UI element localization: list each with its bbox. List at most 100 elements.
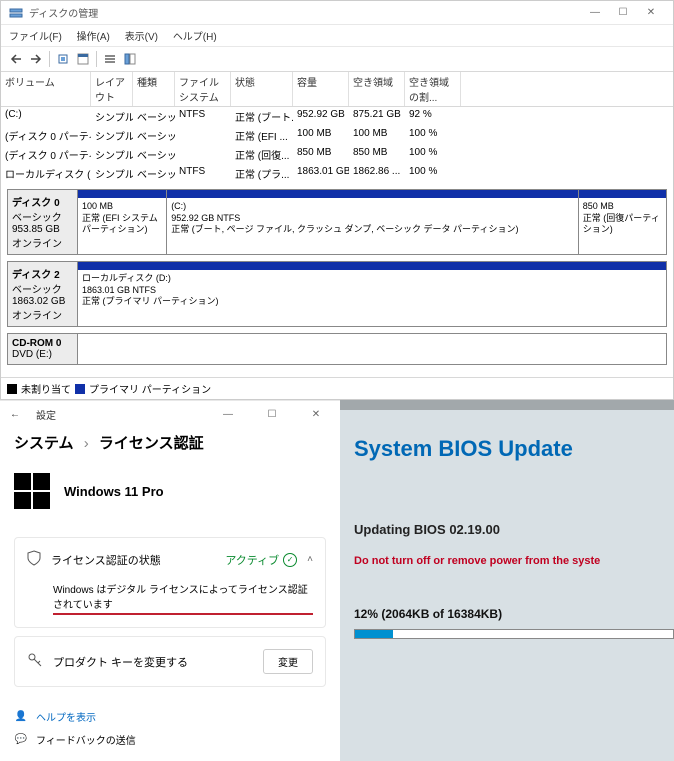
- cell-st: 正常 (EFI ...: [231, 127, 293, 144]
- hdr-free[interactable]: 空き領域: [349, 72, 405, 106]
- volume-row[interactable]: (C:)シンプルベーシックNTFS正常 (ブート...952.92 GB875.…: [1, 107, 673, 126]
- bc-system[interactable]: システム: [14, 435, 74, 452]
- cell-cap: 1863.01 GB: [293, 165, 349, 182]
- cell-lay: シンプル: [91, 108, 133, 125]
- hdr-volume[interactable]: ボリューム: [1, 72, 91, 106]
- partition[interactable]: 850 MB正常 (回復パーティション): [578, 190, 666, 254]
- cell-st: 正常 (ブート...: [231, 108, 293, 125]
- cdrom-label[interactable]: CD-ROM 0DVD (E:): [8, 334, 78, 364]
- bios-progress-bar: [354, 629, 674, 639]
- bios-title: System BIOS Update: [354, 436, 674, 462]
- cell-type: ベーシック: [133, 108, 175, 125]
- cell-lay: シンプル: [91, 165, 133, 182]
- cell-lay: シンプル: [91, 146, 133, 163]
- disk-label[interactable]: ディスク 2ベーシック1863.02 GBオンライン: [8, 262, 78, 326]
- toolbar: [1, 47, 673, 72]
- help-link[interactable]: 👤 ヘルプを表示: [14, 705, 326, 728]
- hdr-layout[interactable]: レイアウト: [91, 72, 133, 106]
- minimize-button[interactable]: —: [581, 5, 609, 20]
- refresh-icon[interactable]: [54, 50, 72, 68]
- cell-free: 1862.86 ...: [349, 165, 405, 182]
- properties-icon[interactable]: [74, 50, 92, 68]
- close-button[interactable]: ✕: [637, 5, 665, 20]
- back-icon[interactable]: [7, 50, 25, 68]
- menu-action[interactable]: 操作(A): [77, 32, 110, 43]
- title-text: ディスクの管理: [29, 5, 581, 20]
- partition[interactable]: ローカルディスク (D:)1863.01 GB NTFS正常 (プライマリ パー…: [78, 262, 666, 326]
- feedback-link[interactable]: 💬 フィードバックの送信: [14, 728, 326, 751]
- hdr-capacity[interactable]: 容量: [293, 72, 349, 106]
- cell-st: 正常 (プラ...: [231, 165, 293, 182]
- cell-vol: (ディスク 0 パーティシ...: [1, 146, 91, 163]
- disk-parts: ローカルディスク (D:)1863.01 GB NTFS正常 (プライマリ パー…: [78, 262, 666, 326]
- list-view-icon[interactable]: [101, 50, 119, 68]
- disk-label[interactable]: ディスク 0ベーシック953.85 GBオンライン: [8, 190, 78, 254]
- partition[interactable]: 100 MB正常 (EFI システム パーティション): [78, 190, 166, 254]
- volume-row[interactable]: (ディスク 0 パーティシ...シンプルベーシック正常 (EFI ...100 …: [1, 126, 673, 145]
- cell-fs: NTFS: [175, 165, 231, 182]
- change-button[interactable]: 変更: [263, 649, 313, 674]
- forward-icon[interactable]: [27, 50, 45, 68]
- windows-logo-icon: [14, 473, 50, 509]
- partition-body: 100 MB正常 (EFI システム パーティション): [78, 198, 166, 239]
- legend-primary: プライマリ パーティション: [89, 381, 211, 396]
- cell-pct: 92 %: [405, 108, 461, 125]
- volume-list: (C:)シンプルベーシックNTFS正常 (ブート...952.92 GB875.…: [1, 107, 673, 183]
- cell-fs: NTFS: [175, 108, 231, 125]
- hdr-type[interactable]: 種類: [133, 72, 175, 106]
- cell-free: 875.21 GB: [349, 108, 405, 125]
- disk-graph: ディスク 0ベーシック953.85 GBオンライン100 MB正常 (EFI シ…: [1, 183, 673, 377]
- hdr-status[interactable]: 状態: [231, 72, 293, 106]
- cell-fs: [175, 146, 231, 163]
- legend: 未割り当て プライマリ パーティション: [1, 377, 673, 399]
- menu-view[interactable]: 表示(V): [125, 32, 158, 43]
- cell-cap: 100 MB: [293, 127, 349, 144]
- cell-free: 850 MB: [349, 146, 405, 163]
- legend-unalloc: 未割り当て: [21, 381, 71, 396]
- activation-label: ライセンス認証の状態: [51, 552, 215, 568]
- product-key-card: プロダクト キーを変更する 変更: [14, 636, 326, 687]
- cell-cap: 952.92 GB: [293, 108, 349, 125]
- cell-cap: 850 MB: [293, 146, 349, 163]
- product-key-label: プロダクト キーを変更する: [53, 654, 253, 670]
- hdr-fs[interactable]: ファイル システム: [175, 72, 231, 106]
- key-icon: [27, 652, 43, 671]
- shield-icon: [27, 550, 41, 569]
- activation-status: アクティブ ✓: [225, 552, 297, 568]
- detail-view-icon[interactable]: [121, 50, 139, 68]
- bios-updating: Updating BIOS 02.19.00: [354, 522, 674, 537]
- activation-card[interactable]: ライセンス認証の状態 アクティブ ✓ ˄ Windows はデジタル ライセンス…: [14, 537, 326, 628]
- cdrom: CD-ROM 0DVD (E:): [7, 333, 667, 365]
- maximize-button[interactable]: ☐: [258, 407, 286, 422]
- cell-vol: ローカルディスク (D:): [1, 165, 91, 182]
- menu-file[interactable]: ファイル(F): [9, 32, 62, 43]
- os-row: Windows 11 Pro: [0, 463, 340, 529]
- menubar: ファイル(F) 操作(A) 表示(V) ヘルプ(H): [1, 25, 673, 47]
- volume-row[interactable]: (ディスク 0 パーティシ...シンプルベーシック正常 (回復...850 MB…: [1, 145, 673, 164]
- back-button[interactable]: ←: [10, 409, 20, 420]
- partition-body: ローカルディスク (D:)1863.01 GB NTFS正常 (プライマリ パー…: [78, 270, 666, 311]
- check-circle-icon: ✓: [283, 553, 297, 567]
- chevron-up-icon[interactable]: ˄: [307, 554, 313, 565]
- titlebar: ディスクの管理 — ☐ ✕: [1, 1, 673, 25]
- close-button[interactable]: ✕: [302, 407, 330, 422]
- disk: ディスク 2ベーシック1863.02 GBオンラインローカルディスク (D:)1…: [7, 261, 667, 327]
- minimize-button[interactable]: —: [214, 407, 242, 422]
- partition[interactable]: (C:)952.92 GB NTFS正常 (ブート, ページ ファイル, クラッ…: [166, 190, 578, 254]
- hdr-pct[interactable]: 空き領域の割...: [405, 72, 461, 106]
- cell-type: ベーシック: [133, 127, 175, 144]
- menu-help[interactable]: ヘルプ(H): [173, 32, 217, 43]
- activation-detail: Windows はデジタル ライセンスによってライセンス認証されています: [53, 581, 313, 615]
- feedback-icon: 💬: [14, 734, 28, 745]
- volume-row[interactable]: ローカルディスク (D:)シンプルベーシックNTFS正常 (プラ...1863.…: [1, 164, 673, 183]
- cell-pct: 100 %: [405, 146, 461, 163]
- cell-pct: 100 %: [405, 165, 461, 182]
- cell-free: 100 MB: [349, 127, 405, 144]
- maximize-button[interactable]: ☐: [609, 5, 637, 20]
- cell-type: ベーシック: [133, 165, 175, 182]
- partition-body: (C:)952.92 GB NTFS正常 (ブート, ページ ファイル, クラッ…: [167, 198, 578, 239]
- legend-unalloc-swatch: [7, 384, 17, 394]
- bios-warning: Do not turn off or remove power from the…: [354, 555, 674, 567]
- chevron-right-icon: ›: [84, 435, 89, 452]
- disk-management-window: ディスクの管理 — ☐ ✕ ファイル(F) 操作(A) 表示(V) ヘルプ(H)…: [0, 0, 674, 400]
